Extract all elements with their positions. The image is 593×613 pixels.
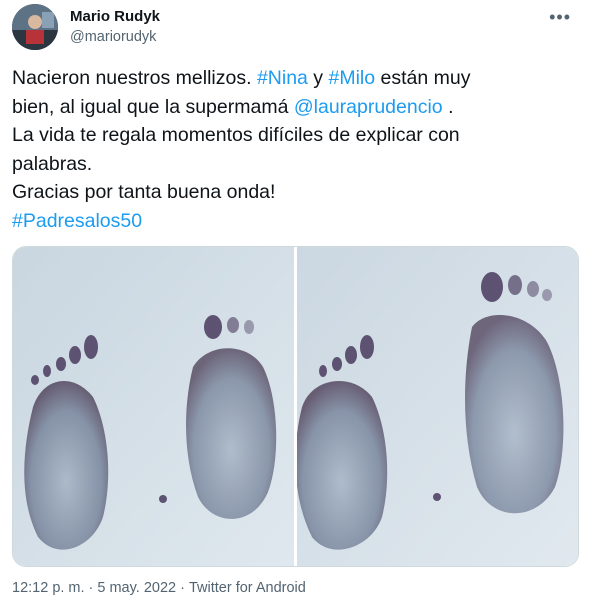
- tweet-meta: 12:12 p. m. · 5 may. 2022 · Twitter for Andr…: [12, 580, 306, 596]
- tweet-time[interactable]: 12:12 p. m.: [12, 580, 85, 596]
- tweet-text-line: Gracias por tanta buena onda!: [12, 181, 276, 203]
- author-name[interactable]: Mario Rudyk: [70, 8, 160, 25]
- hashtag-padresalos50[interactable]: #Padresalos50: [12, 210, 142, 232]
- tweet-text-line: La vida te regala momentos difíciles de …: [12, 124, 460, 146]
- tweet-text-segment: Nacieron nuestros mellizos.: [12, 67, 257, 89]
- more-dots-icon[interactable]: •••: [549, 7, 571, 28]
- avatar[interactable]: [12, 4, 58, 50]
- footprints-photo[interactable]: [13, 247, 294, 566]
- media-grid: [12, 246, 579, 567]
- tweet-text-segment: y: [307, 67, 329, 89]
- tweet-text: Nacieron nuestros mellizos. #Nina y #Mil…: [12, 64, 582, 235]
- footprints-photo[interactable]: [297, 247, 578, 566]
- tweet-text-segment: .: [442, 95, 454, 118]
- tweet-date[interactable]: 5 may. 2022: [97, 580, 176, 596]
- tweet-text-line: palabras.: [12, 152, 93, 175]
- tweet-source[interactable]: Twitter for Android: [189, 580, 306, 596]
- hashtag-nina[interactable]: #Nina: [257, 67, 308, 89]
- mention-link[interactable]: @lauraprudencio: [294, 96, 443, 118]
- tweet-text-segment: están muy: [375, 67, 471, 89]
- meta-separator: ·: [180, 580, 185, 596]
- author-handle: @mariorudyk: [70, 29, 157, 45]
- meta-separator: ·: [88, 580, 94, 596]
- tweet-text-segment: bien, al igual que la supermamá: [12, 95, 294, 118]
- hashtag-milo[interactable]: #Milo: [328, 67, 375, 89]
